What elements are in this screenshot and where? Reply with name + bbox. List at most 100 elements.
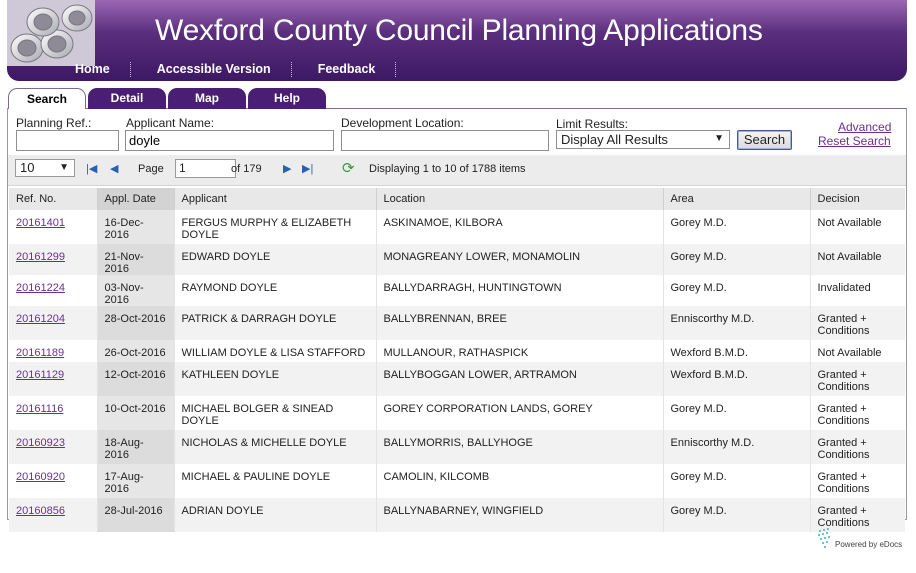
ref-number-link[interactable]: 20160923	[16, 437, 65, 449]
limit-results-value: Display All Results	[561, 132, 668, 147]
dropdown-arrow-icon: ▼	[59, 162, 69, 173]
planning-ref-input[interactable]	[16, 130, 119, 151]
table-row[interactable]: 20161116 10-Oct-2016 MICHAEL BOLGER & SINE…	[9, 396, 905, 430]
cell-decision: Granted + Conditions	[810, 430, 905, 464]
ref-number-link[interactable]: 20161401	[16, 217, 65, 229]
cell-location: MONAGREANY LOWER, MONAMOLIN	[376, 244, 664, 275]
first-page-icon[interactable]: |◀	[86, 163, 97, 175]
cell-applicant: ADRIAN DOYLE	[174, 498, 377, 532]
cell-decision: Not Available	[817, 217, 882, 229]
powered-by-text: Powered by eDocs	[835, 540, 903, 549]
table-row[interactable]: 20161224 03-Nov-2016 RAYMOND DOYLE BALLYDAR…	[9, 275, 905, 306]
table-row[interactable]: 20161401 16-Dec-2016 FERGUS MURPHY & ELIZA…	[9, 210, 905, 244]
cell-applicant: RAYMOND DOYLE	[174, 275, 377, 306]
development-location-input[interactable]	[341, 130, 549, 151]
cell-ref: 20161224	[9, 275, 98, 306]
results-table: Ref. No. Appl. Date Applicant Location A…	[9, 188, 905, 532]
table-row[interactable]: 20161204 28-Oct-2016 PATRICK & DARRAGH DOY…	[9, 306, 905, 340]
cell-decision: Granted + Conditions	[810, 306, 905, 340]
table-row[interactable]: 20161129 12-Oct-2016 KATHLEEN DOYLE BALLYBO…	[9, 362, 905, 396]
site-title: Wexford County Council Planning Applicat…	[155, 14, 763, 47]
cell-date: 21-Nov-2016	[97, 244, 175, 275]
cell-ref: 20160923	[9, 430, 98, 464]
table-row[interactable]: 20160923 18-Aug-2016 NICHOLAS & MICHELLE D…	[9, 430, 905, 464]
development-location-label: Development Location:	[341, 116, 464, 130]
cell-ref: 20161116	[9, 396, 98, 430]
column-header-location[interactable]: Location	[376, 188, 664, 210]
search-button[interactable]: Search	[737, 130, 792, 150]
cell-applicant: EDWARD DOYLE	[174, 244, 377, 275]
ref-number-link[interactable]: 20161299	[16, 251, 65, 263]
cell-ref: 20161204	[9, 306, 98, 340]
column-header-applicant[interactable]: Applicant	[174, 188, 377, 210]
previous-page-icon[interactable]: ◀	[110, 163, 118, 175]
tab-detail[interactable]: Detail	[88, 88, 166, 109]
ref-number-link[interactable]: 20161224	[16, 282, 65, 294]
ref-number-link[interactable]: 20160920	[16, 471, 65, 483]
cell-location: GOREY CORPORATION LANDS, GOREY	[376, 396, 664, 430]
cell-date: 28-Jul-2016	[97, 498, 175, 532]
cell-location: BALLYBOGGAN LOWER, ARTRAMON	[376, 362, 664, 396]
cell-decision: Granted + Conditions	[817, 403, 870, 427]
ref-number-link[interactable]: 20161116	[16, 403, 63, 415]
nav-home-link[interactable]: Home	[67, 62, 131, 77]
ref-number-link[interactable]: 20161189	[16, 347, 64, 359]
reset-search-link[interactable]: Reset Search	[818, 134, 891, 148]
cell-date: 17-Aug-2016	[97, 464, 175, 498]
cell-location: CAMOLIN, KILCOMB	[376, 464, 664, 498]
tab-bar: Search Detail Map Help	[8, 88, 328, 109]
cell-area: Wexford B.M.D.	[663, 340, 811, 362]
tab-map[interactable]: Map	[168, 88, 246, 109]
cell-location: BALLYNABARNEY, WINGFIELD	[376, 498, 664, 532]
cell-applicant: MICHAEL BOLGER & SINEAD DOYLE	[174, 396, 377, 430]
site-header: Wexford County Council Planning Applicat…	[7, 0, 907, 81]
page-size-value: 10	[20, 160, 35, 175]
cell-area: Enniscorthy M.D.	[663, 306, 811, 340]
refresh-icon[interactable]: ⟳	[342, 161, 355, 176]
cell-date: 10-Oct-2016	[97, 396, 175, 430]
last-page-icon[interactable]: ▶|	[302, 163, 313, 175]
cell-decision: Not Available	[817, 347, 882, 359]
tab-search[interactable]: Search	[8, 88, 86, 109]
cell-location: BALLYDARRAGH, HUNTINGTOWN	[376, 275, 664, 306]
page-count: of 179	[231, 163, 262, 175]
pager-bar: 10 ▼ |◀ ◀ Page 1 of 179 ▶ ▶| ⟳ Displayin…	[8, 155, 906, 186]
applicant-name-input[interactable]	[125, 130, 334, 151]
page-size-select[interactable]: 10 ▼	[15, 159, 75, 177]
top-nav: Home Accessible Version Feedback	[67, 62, 414, 78]
cell-applicant: WILLIAM DOYLE & LISA STAFFORD	[174, 340, 377, 362]
table-row[interactable]: 20160920 17-Aug-2016 MICHAEL & PAULINE DOY…	[9, 464, 905, 498]
cell-date: 28-Oct-2016	[97, 306, 175, 340]
cell-date: 16-Dec-2016	[97, 210, 175, 244]
cell-date: 03-Nov-2016	[97, 275, 175, 306]
table-row[interactable]: 20160856 28-Jul-2016 ADRIAN DOYLE BALLYNABA…	[9, 498, 905, 532]
column-header-ref[interactable]: Ref. No.	[9, 188, 98, 210]
advanced-search-link[interactable]: Advanced	[838, 120, 891, 134]
cell-location: BALLYMORRIS, BALLYHOGE	[376, 430, 664, 464]
cell-ref: 20160920	[9, 464, 98, 498]
applicant-name-label: Applicant Name:	[126, 116, 215, 130]
nav-accessible-version-link[interactable]: Accessible Version	[149, 62, 292, 77]
limit-results-select[interactable]: Display All Results ▼	[556, 130, 730, 149]
cell-location: BALLYBRENNAN, BREE	[376, 306, 664, 340]
cell-ref: 20161189	[9, 340, 98, 362]
column-header-decision[interactable]: Decision	[810, 188, 905, 210]
cell-area: Enniscorthy M.D.	[663, 430, 811, 464]
cell-area: Gorey M.D.	[663, 396, 811, 430]
page-label: Page	[138, 163, 164, 175]
cell-applicant: FERGUS MURPHY & ELIZABETH DOYLE	[174, 210, 377, 244]
tab-help[interactable]: Help	[248, 88, 326, 109]
table-row[interactable]: 20161189 26-Oct-2016 WILLIAM DOYLE & LISA …	[9, 340, 905, 362]
ref-number-link[interactable]: 20161204	[16, 313, 65, 325]
ref-number-link[interactable]: 20161129	[16, 369, 64, 381]
cell-decision: Not Available	[810, 244, 905, 275]
table-row[interactable]: 20161299 21-Nov-2016 EDWARD DOYLE MONAGREAN…	[9, 244, 905, 275]
column-header-date[interactable]: Appl. Date	[97, 188, 175, 210]
cell-decision: Invalidated	[817, 282, 871, 294]
next-page-icon[interactable]: ▶	[283, 163, 291, 175]
column-header-area[interactable]: Area	[663, 188, 811, 210]
ref-number-link[interactable]: 20160856	[16, 505, 65, 517]
page-number-input[interactable]: 1	[175, 159, 236, 178]
nav-feedback-link[interactable]: Feedback	[310, 62, 397, 77]
cell-area: Gorey M.D.	[663, 498, 811, 532]
